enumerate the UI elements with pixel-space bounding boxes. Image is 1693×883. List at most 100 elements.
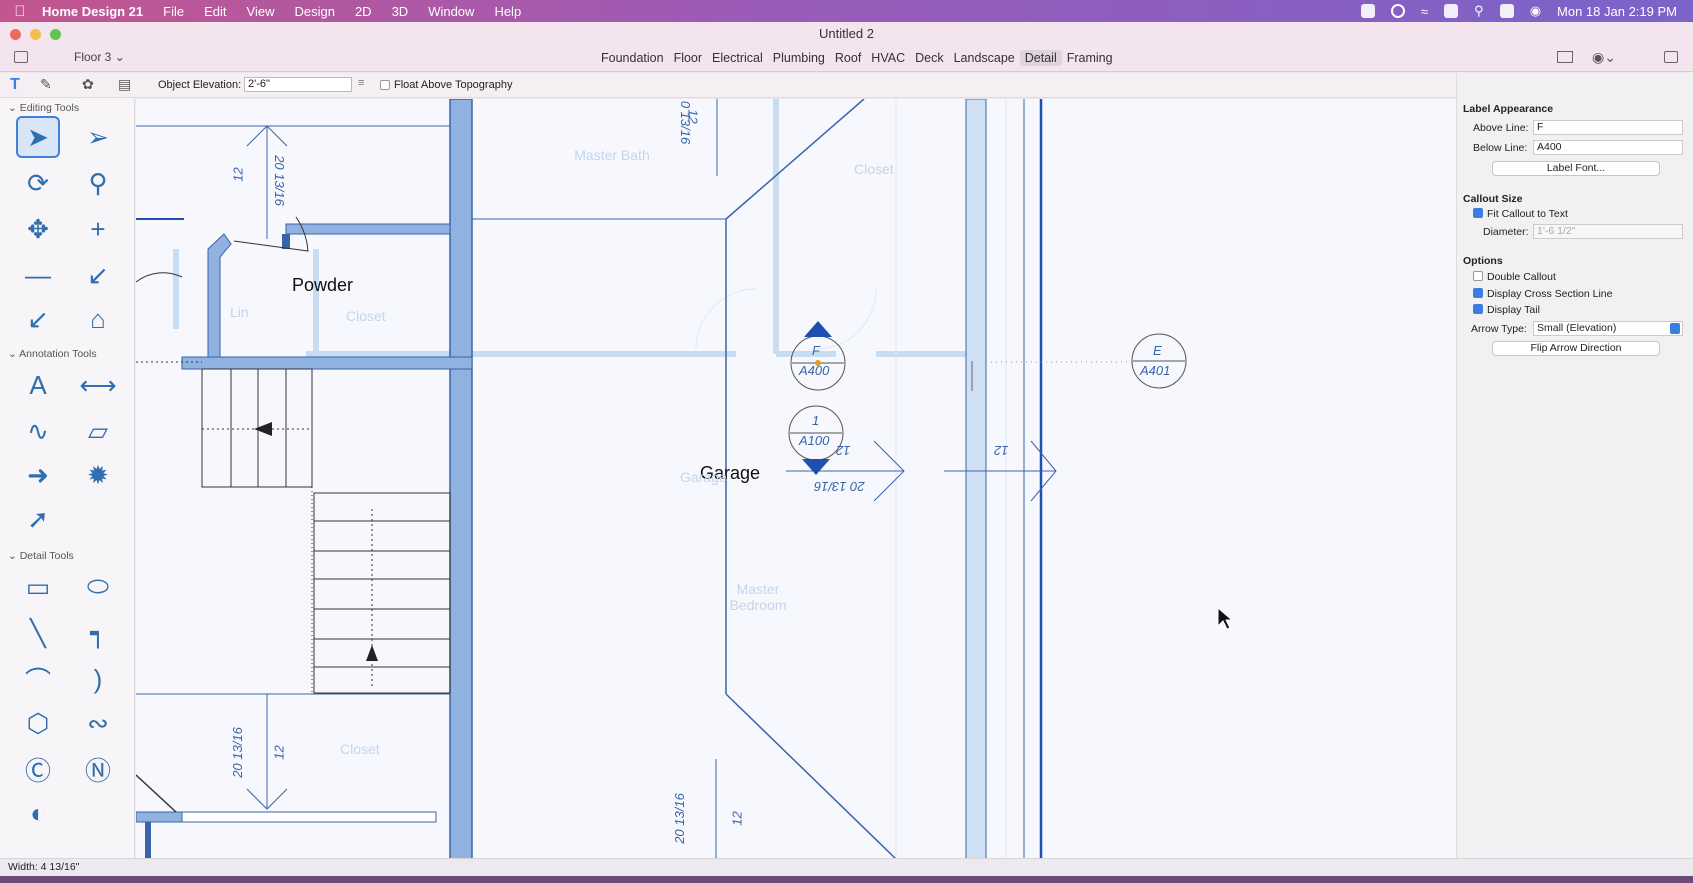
dimension-text[interactable]: 12 bbox=[231, 167, 246, 181]
keyboard-input-icon[interactable] bbox=[1444, 4, 1459, 18]
creative-cloud-icon[interactable] bbox=[1391, 4, 1406, 18]
tab-hvac[interactable]: HVAC bbox=[866, 50, 910, 66]
rotate-tool-icon[interactable]: ⟳ bbox=[16, 162, 60, 204]
dimension-text[interactable]: 20 13/16 bbox=[814, 479, 865, 494]
pan-tool-icon[interactable]: ✥ bbox=[16, 208, 60, 250]
tab-foundation[interactable]: Foundation bbox=[596, 50, 669, 66]
leader-line-tool-icon[interactable]: ➚ bbox=[16, 498, 60, 540]
list-icon[interactable]: ≡ bbox=[358, 77, 364, 89]
polyline-tool-icon[interactable]: ┑ bbox=[76, 612, 120, 654]
dimension-text[interactable]: 20 13/16 bbox=[672, 793, 687, 844]
menu-edit[interactable]: Edit bbox=[194, 4, 236, 19]
visibility-eye-icon[interactable]: ◉⌄ bbox=[1592, 49, 1616, 66]
cross-section-row[interactable]: Display Cross Section Line bbox=[1473, 288, 1612, 300]
tab-framing[interactable]: Framing bbox=[1062, 50, 1118, 66]
rectangle-tool-icon[interactable]: ▭ bbox=[16, 566, 60, 608]
section-annotation-tools[interactable]: ⌄ Annotation Tools bbox=[8, 348, 97, 360]
clock-datetime[interactable]: Mon 18 Jan 2:19 PM bbox=[1557, 4, 1677, 19]
fillet-tool-icon[interactable]: ↙ bbox=[76, 254, 120, 296]
section-editing-tools[interactable]: ⌄ Editing Tools bbox=[8, 102, 79, 114]
layout-view-icon[interactable] bbox=[1557, 51, 1573, 63]
display-tail-row[interactable]: Display Tail bbox=[1473, 304, 1540, 316]
zoom-window-button[interactable] bbox=[50, 29, 61, 40]
dimension-text[interactable]: 20 13/16 bbox=[230, 727, 245, 778]
menu-help[interactable]: Help bbox=[484, 4, 531, 19]
library-tool-icon[interactable]: ▤ bbox=[118, 76, 131, 93]
half-circle-tool-icon[interactable]: ) bbox=[76, 658, 120, 700]
spotlight-search-icon[interactable]: ⚲ bbox=[1474, 3, 1484, 19]
break-line-tool-icon[interactable]: ∿ bbox=[16, 410, 60, 452]
dimension-text[interactable]: 12 bbox=[272, 745, 287, 759]
dimension-text[interactable]: 12 bbox=[686, 109, 701, 123]
display-tail-checkbox[interactable] bbox=[1473, 304, 1483, 314]
callout-c-tool-icon[interactable]: Ⓒ bbox=[16, 748, 60, 790]
dimension-text[interactable]: 12 bbox=[836, 443, 850, 458]
label-font-button[interactable]: Label Font... bbox=[1492, 161, 1660, 176]
select-objects-tool-icon[interactable]: ➢ bbox=[76, 116, 120, 158]
minimize-window-button[interactable] bbox=[30, 29, 41, 40]
text-tool-icon[interactable]: T bbox=[10, 76, 20, 94]
inspector-toggle-icon[interactable] bbox=[1664, 51, 1678, 63]
paint-tool-icon[interactable]: ✎ bbox=[40, 76, 52, 93]
tab-floor[interactable]: Floor bbox=[669, 50, 707, 66]
wifi-icon[interactable]: ≈ bbox=[1421, 4, 1428, 19]
control-center-icon[interactable] bbox=[1499, 4, 1514, 18]
float-above-checkbox[interactable] bbox=[380, 80, 390, 90]
house-tool-icon[interactable]: ⌂ bbox=[76, 298, 120, 340]
tab-landscape[interactable]: Landscape bbox=[949, 50, 1020, 66]
menu-2d[interactable]: 2D bbox=[345, 4, 382, 19]
line-tool-icon[interactable]: ╲ bbox=[16, 612, 60, 654]
menu-view[interactable]: View bbox=[237, 4, 285, 19]
arrow-annotation-tool-icon[interactable]: ➜ bbox=[16, 454, 60, 496]
text-annotation-tool-icon[interactable]: A bbox=[16, 364, 60, 406]
tab-plumbing[interactable]: Plumbing bbox=[768, 50, 830, 66]
add-point-tool-icon[interactable]: + bbox=[76, 208, 120, 250]
tab-deck[interactable]: Deck bbox=[910, 50, 948, 66]
tab-electrical[interactable]: Electrical bbox=[707, 50, 768, 66]
dimension-text[interactable]: 12 bbox=[730, 811, 745, 825]
menu-design[interactable]: Design bbox=[284, 4, 344, 19]
close-window-button[interactable] bbox=[10, 29, 21, 40]
checkmark-status-icon[interactable] bbox=[1361, 4, 1376, 18]
plant-tool-icon[interactable]: ✿ bbox=[82, 76, 94, 93]
polygon-tool-icon[interactable]: ⬡ bbox=[16, 702, 60, 744]
spline-tool-icon[interactable]: ∾ bbox=[76, 702, 120, 744]
menu-window[interactable]: Window bbox=[418, 4, 484, 19]
arrow-type-select[interactable]: Small (Elevation) bbox=[1533, 321, 1683, 336]
menu-3d[interactable]: 3D bbox=[382, 4, 419, 19]
section-detail-tools[interactable]: ⌄ Detail Tools bbox=[8, 550, 74, 562]
double-callout-row[interactable]: Double Callout bbox=[1473, 271, 1556, 283]
diameter-input[interactable]: 1'-6 1/2" bbox=[1533, 224, 1683, 239]
dimension-tool-icon[interactable]: ⟷ bbox=[76, 364, 120, 406]
fit-callout-row[interactable]: Fit Callout to Text bbox=[1473, 208, 1568, 220]
sidebar-toggle-icon[interactable] bbox=[14, 51, 28, 63]
dimension-text[interactable]: 20 13/16 bbox=[272, 155, 287, 206]
revision-cloud-tool-icon[interactable]: ✹ bbox=[76, 454, 120, 496]
apple-icon[interactable]:  bbox=[0, 3, 40, 20]
tab-roof[interactable]: Roof bbox=[830, 50, 866, 66]
tab-detail[interactable]: Detail bbox=[1019, 50, 1062, 66]
menu-file[interactable]: File bbox=[153, 4, 194, 19]
below-line-input[interactable]: A400 bbox=[1533, 140, 1683, 155]
object-elevation-input[interactable]: 2'-6" bbox=[244, 77, 352, 92]
plan-canvas[interactable]: Powder Garage Master Bath Closet Lin Clo… bbox=[136, 99, 1456, 859]
north-arrow-tool-icon[interactable]: Ⓝ bbox=[76, 748, 120, 790]
double-callout-checkbox[interactable] bbox=[1473, 271, 1483, 281]
ellipse-tool-icon[interactable]: ⬭ bbox=[76, 566, 120, 608]
section-marker-tool-icon[interactable]: ▱ bbox=[76, 410, 120, 452]
cross-section-checkbox[interactable] bbox=[1473, 288, 1483, 298]
siri-icon[interactable]: ◉ bbox=[1530, 3, 1541, 19]
floor-selector[interactable]: Floor 3 ⌄ bbox=[74, 50, 125, 64]
extend-tool-icon[interactable]: ↙ bbox=[16, 298, 60, 340]
marker-tool-icon[interactable]: ◐ bbox=[16, 792, 60, 834]
flip-arrow-button[interactable]: Flip Arrow Direction bbox=[1492, 341, 1660, 356]
fit-callout-checkbox[interactable] bbox=[1473, 208, 1483, 218]
select-arrow-tool-icon[interactable]: ➤ bbox=[16, 116, 60, 158]
delete-point-tool-icon[interactable]: — bbox=[16, 254, 60, 296]
room-label-powder[interactable]: Powder bbox=[292, 275, 353, 296]
dimension-text[interactable]: 12 bbox=[994, 443, 1008, 458]
zoom-tool-icon[interactable]: ⚲ bbox=[76, 162, 120, 204]
arc-tool-icon[interactable]: ⌒ bbox=[16, 658, 60, 700]
above-line-input[interactable]: F bbox=[1533, 120, 1683, 135]
app-menu[interactable]: Home Design 21 bbox=[40, 4, 153, 19]
